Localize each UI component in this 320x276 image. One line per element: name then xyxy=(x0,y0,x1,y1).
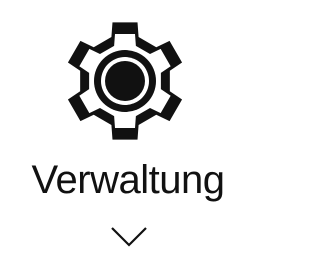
tile-label: Verwaltung xyxy=(31,158,225,202)
chevron-down-icon[interactable] xyxy=(110,226,148,248)
gear-icon xyxy=(62,18,188,144)
administration-tile[interactable]: Verwaltung xyxy=(0,0,256,276)
